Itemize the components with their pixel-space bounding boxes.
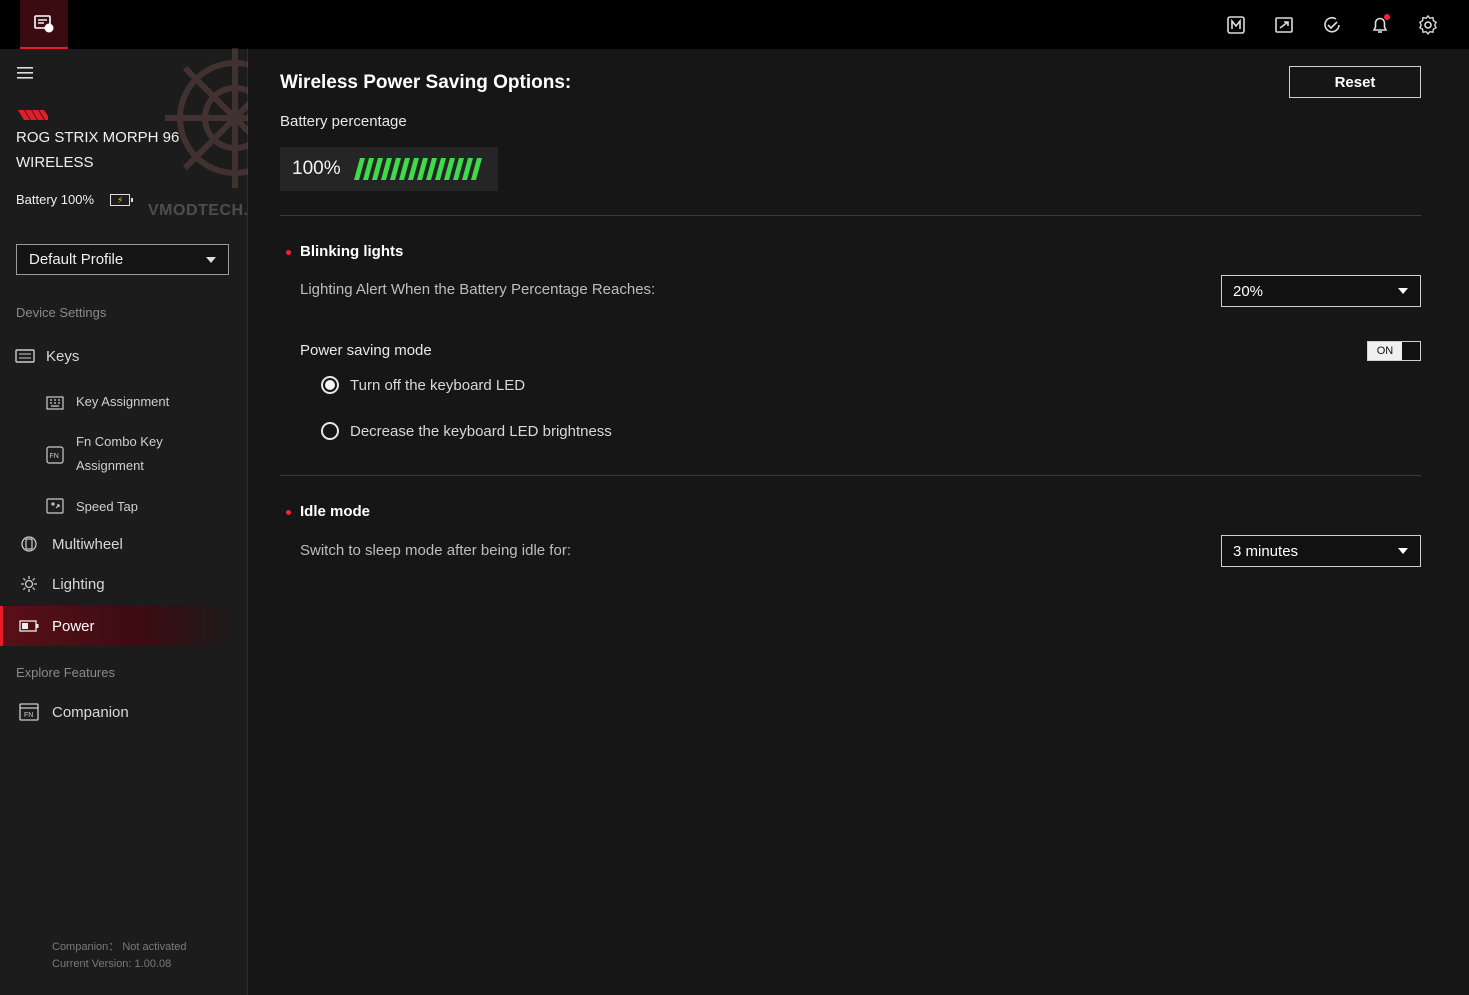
fn-key-icon: FN bbox=[46, 430, 66, 472]
companion-icon: FN bbox=[18, 703, 40, 721]
nav-keys[interactable]: Keys bbox=[14, 347, 254, 365]
radio-button-checked[interactable] bbox=[321, 376, 339, 394]
battery-percentage-value: 100% bbox=[292, 158, 341, 179]
blinking-lights-title: Blinking lights bbox=[285, 243, 404, 260]
radio-button[interactable] bbox=[321, 422, 339, 440]
device-name: ROG STRIX MORPH 96 WIRELESS bbox=[16, 125, 216, 175]
nav-companion[interactable]: FN Companion bbox=[18, 703, 258, 721]
rog-logo-icon bbox=[18, 110, 48, 120]
battery-segment bbox=[462, 158, 473, 180]
idle-mode-title: Idle mode bbox=[285, 503, 371, 520]
battery-segment bbox=[363, 158, 374, 180]
battery-segment bbox=[453, 158, 464, 180]
chevron-down-icon bbox=[1398, 548, 1408, 554]
battery-segment bbox=[435, 158, 446, 180]
battery-segment bbox=[399, 158, 410, 180]
radio-turn-off-led[interactable]: Turn off the keyboard LED bbox=[321, 376, 525, 394]
battery-segment bbox=[354, 158, 365, 180]
battery-segment bbox=[408, 158, 419, 180]
nav-companion-label: Companion bbox=[52, 703, 129, 721]
key-assignment-icon bbox=[46, 390, 66, 418]
divider bbox=[280, 475, 1421, 476]
device-tab[interactable] bbox=[20, 0, 68, 49]
battery-segment bbox=[390, 158, 401, 180]
main-panel: Wireless Power Saving Options: Reset Bat… bbox=[248, 49, 1469, 995]
section-device-settings: Device Settings bbox=[16, 305, 107, 320]
lighting-alert-label: Lighting Alert When the Battery Percenta… bbox=[300, 281, 656, 298]
battery-percentage-label: Battery percentage bbox=[280, 113, 407, 130]
lighting-icon bbox=[18, 575, 40, 593]
lighting-alert-value: 20% bbox=[1233, 282, 1264, 300]
nav-lighting[interactable]: Lighting bbox=[18, 575, 258, 593]
device-name-line1: ROG STRIX MORPH 96 bbox=[16, 129, 180, 146]
top-bar bbox=[0, 0, 1469, 49]
nav-power-label: Power bbox=[52, 617, 95, 635]
menu-icon[interactable] bbox=[17, 67, 33, 79]
battery-segment bbox=[444, 158, 455, 180]
multiwheel-icon bbox=[18, 535, 40, 553]
profile-dropdown[interactable]: Default Profile bbox=[16, 244, 229, 275]
nav-fn-combo-line1: Fn Combo Key bbox=[76, 434, 163, 449]
chevron-down-icon bbox=[206, 257, 216, 263]
battery-segment bbox=[471, 158, 482, 180]
battery-segment bbox=[417, 158, 428, 180]
chevron-down-icon bbox=[1398, 288, 1408, 294]
battery-segment bbox=[381, 158, 392, 180]
toggle-on-label: ON bbox=[1368, 342, 1402, 360]
nav-multiwheel[interactable]: Multiwheel bbox=[18, 535, 258, 553]
nav-multiwheel-label: Multiwheel bbox=[52, 535, 123, 553]
svg-text:FN: FN bbox=[24, 712, 33, 719]
nav-lighting-label: Lighting bbox=[52, 575, 105, 593]
nav-key-assignment[interactable]: Key Assignment bbox=[46, 390, 169, 418]
battery-status: Battery 100% ⚡ bbox=[16, 192, 134, 207]
battery-level-bar bbox=[354, 158, 482, 180]
nav-key-assignment-label: Key Assignment bbox=[76, 394, 170, 409]
nav-speed-tap-label: Speed Tap bbox=[76, 499, 138, 514]
nav-power[interactable]: Power bbox=[0, 606, 240, 646]
battery-charging-icon: ⚡ bbox=[110, 193, 134, 206]
nav-fn-combo[interactable]: FN Fn Combo Key Assignment bbox=[46, 430, 163, 478]
companion-status: Companion： Not activated bbox=[52, 941, 187, 953]
lighting-alert-dropdown[interactable]: 20% bbox=[1221, 275, 1421, 307]
device-name-line2: WIRELESS bbox=[16, 154, 94, 171]
radio-decrease-brightness-label: Decrease the keyboard LED brightness bbox=[350, 422, 612, 440]
version-text: Current Version: 1.00.08 bbox=[52, 958, 172, 970]
profile-value: Default Profile bbox=[29, 251, 124, 268]
notification-icon[interactable] bbox=[1367, 12, 1393, 38]
battery-icon bbox=[18, 617, 40, 635]
radio-decrease-brightness[interactable]: Decrease the keyboard LED brightness bbox=[321, 422, 612, 440]
sidebar: ROG STRIX MORPH 96 WIRELESS Battery 100%… bbox=[0, 49, 248, 995]
idle-time-value: 3 minutes bbox=[1233, 542, 1299, 560]
section-explore-features: Explore Features bbox=[16, 665, 115, 680]
battery-indicator: 100% bbox=[280, 147, 498, 191]
idle-time-dropdown[interactable]: 3 minutes bbox=[1221, 535, 1421, 567]
settings-icon[interactable] bbox=[1415, 12, 1441, 38]
speed-tap-icon bbox=[46, 495, 66, 522]
battery-segment bbox=[426, 158, 437, 180]
keyboard-icon bbox=[14, 347, 36, 365]
idle-mode-label: Switch to sleep mode after being idle fo… bbox=[300, 542, 571, 559]
battery-status-label: Battery 100% bbox=[16, 192, 95, 207]
footer-info: Companion： Not activated Current Version… bbox=[52, 939, 187, 973]
nav-fn-combo-line2: Assignment bbox=[76, 458, 144, 473]
scenario-icon[interactable] bbox=[1271, 12, 1297, 38]
page-title: Wireless Power Saving Options: bbox=[280, 72, 572, 93]
radio-turn-off-led-label: Turn off the keyboard LED bbox=[350, 376, 526, 394]
power-saving-toggle[interactable]: ON bbox=[1367, 341, 1421, 361]
power-saving-label: Power saving mode bbox=[300, 342, 432, 359]
nav-speed-tap[interactable]: Speed Tap bbox=[46, 495, 138, 522]
battery-segment bbox=[372, 158, 383, 180]
reset-button[interactable]: Reset bbox=[1289, 66, 1421, 98]
device-icon bbox=[34, 14, 54, 32]
notification-badge bbox=[1384, 14, 1390, 20]
svg-text:FN: FN bbox=[50, 453, 59, 460]
divider bbox=[280, 215, 1421, 216]
nav-keys-label: Keys bbox=[46, 347, 80, 365]
macro-icon[interactable] bbox=[1223, 12, 1249, 38]
update-icon[interactable] bbox=[1319, 12, 1345, 38]
